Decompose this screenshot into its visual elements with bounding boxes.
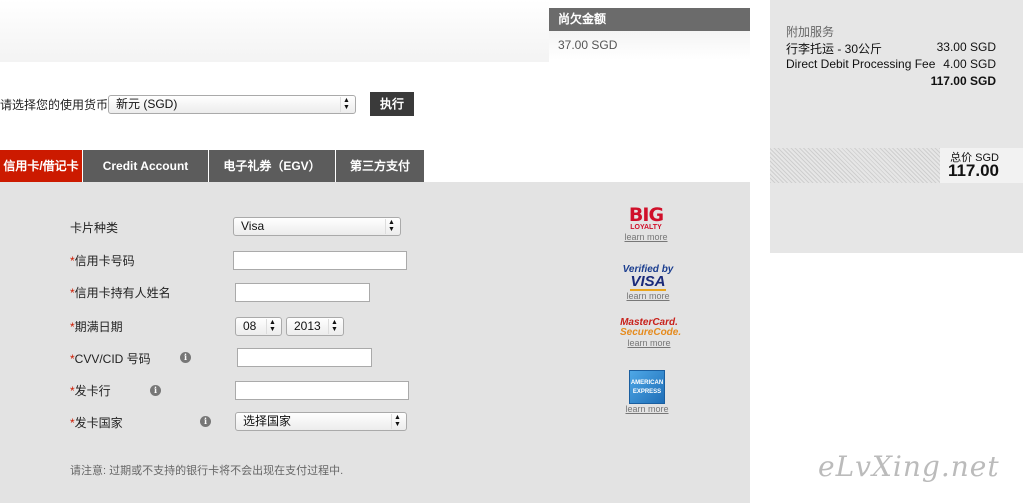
country-select[interactable]: 选择国家 ▲ ▼ <box>235 412 407 431</box>
total-price-value: 117.00 <box>947 161 999 180</box>
select-arrows-icon: ▲ ▼ <box>391 414 403 429</box>
service-item: 行李托运 - 30公斤 33.00 SGD <box>786 40 996 57</box>
holder-name-label: *信用卡持有人姓名 <box>70 284 171 301</box>
vbv-learn-more-link[interactable]: learn more <box>620 291 676 301</box>
cvv-label: *CVV/CID 号码 <box>70 350 151 367</box>
amex-badge[interactable]: AMERICAN EXPRESS learn more <box>622 370 672 414</box>
visa-logo: VISA <box>630 273 666 291</box>
outstanding-amount-box: 尚欠金额 37.00 SGD <box>549 8 750 60</box>
big-learn-more-link[interactable]: learn more <box>620 232 672 242</box>
expiry-label: *期满日期 <box>70 318 123 335</box>
select-arrows-icon: ▲ ▼ <box>266 319 278 334</box>
holder-name-label-text: 信用卡持有人姓名 <box>74 286 171 300</box>
expiry-year-select[interactable]: 2013 ▲ ▼ <box>286 317 344 336</box>
mastercard-securecode-badge[interactable]: MasterCard. SecureCode. learn more <box>620 318 682 349</box>
currency-label: 请选择您的使用货币 <box>0 97 109 112</box>
mastercard-learn-more-link[interactable]: learn more <box>620 338 678 348</box>
currency-select-value: 新元 (SGD) <box>116 96 178 111</box>
card-type-value: Visa <box>241 219 265 233</box>
service-item-name: 行李托运 - 30公斤 <box>786 42 883 56</box>
outstanding-amount-label: 尚欠金额 <box>549 8 750 31</box>
currency-row: 请选择您的使用货币 新元 (SGD) ▲ ▼ <box>0 92 357 116</box>
select-arrows-icon: ▲ ▼ <box>385 219 397 234</box>
service-item-amount: 33.00 SGD <box>936 40 996 54</box>
card-number-label: *信用卡号码 <box>70 252 135 269</box>
cvv-info-icon[interactable]: i <box>180 352 191 363</box>
issuer-input[interactable] <box>235 381 409 400</box>
tab-credit-debit-card[interactable]: 信用卡/借记卡 <box>0 150 82 189</box>
outstanding-amount-value: 37.00 SGD <box>549 31 750 60</box>
securecode-text: SecureCode. <box>620 327 682 338</box>
country-info-icon[interactable]: i <box>200 416 211 427</box>
expiry-label-text: 期满日期 <box>74 320 123 334</box>
verified-by-visa-badge[interactable]: Verified by VISA learn more <box>620 264 676 301</box>
service-item: Direct Debit Processing Fee 4.00 SGD <box>786 57 996 71</box>
service-item-name: Direct Debit Processing Fee <box>786 57 936 71</box>
expiry-year-value: 2013 <box>294 319 321 333</box>
select-arrows-icon: ▲ ▼ <box>328 319 340 334</box>
additional-services-heading: 附加服务 <box>786 25 835 39</box>
select-arrows-icon: ▲ ▼ <box>340 96 352 112</box>
tab-egv[interactable]: 电子礼券（EGV） <box>209 150 335 182</box>
card-number-input[interactable] <box>233 251 407 270</box>
payment-tabs: 信用卡/借记卡 Credit Account 电子礼券（EGV） 第三方支付 <box>0 150 425 189</box>
cvv-label-text: CVV/CID 号码 <box>74 352 151 366</box>
card-form-panel: 卡片种类 Visa ▲ ▼ *信用卡号码 *信用卡持有人姓名 *期满日期 08 ▲… <box>0 182 750 503</box>
big-loyalty-badge[interactable]: BIG LOYALTY learn more <box>620 204 672 243</box>
total-price-box: 总价 SGD 117.00 <box>940 148 1023 183</box>
amex-learn-more-link[interactable]: learn more <box>622 404 672 414</box>
tab-third-party-payment[interactable]: 第三方支付 <box>336 150 424 182</box>
execute-button[interactable]: 执行 <box>370 92 414 116</box>
issuer-label-text: 发卡行 <box>74 384 111 398</box>
price-summary-sidebar: 附加服务 行李托运 - 30公斤 33.00 SGD Direct Debit … <box>770 0 1023 253</box>
big-loyalty-sub: LOYALTY <box>630 224 662 231</box>
country-label-text: 发卡国家 <box>74 416 123 430</box>
expired-card-note: 请注意: 过期或不支持的银行卡将不会出现在支付过程中. <box>70 465 344 477</box>
card-type-select[interactable]: Visa ▲ ▼ <box>233 217 401 236</box>
card-type-label: 卡片种类 <box>70 221 119 235</box>
country-label: *发卡国家 <box>70 414 123 431</box>
expiry-month-value: 08 <box>243 319 257 333</box>
issuer-info-icon[interactable]: i <box>150 385 161 396</box>
currency-select[interactable]: 新元 (SGD) ▲ ▼ <box>108 94 357 114</box>
tab-credit-account[interactable]: Credit Account <box>83 150 208 182</box>
amex-logo: AMERICAN EXPRESS <box>629 370 665 404</box>
issuer-label: *发卡行 <box>70 382 111 399</box>
country-select-value: 选择国家 <box>243 414 292 428</box>
top-banner-fade <box>0 0 549 62</box>
expiry-month-select[interactable]: 08 ▲ ▼ <box>235 317 282 336</box>
cvv-input[interactable] <box>237 348 372 367</box>
watermark: eLvXing.net <box>818 450 1000 483</box>
services-subtotal: 117.00 SGD <box>930 74 996 88</box>
card-number-label-text: 信用卡号码 <box>74 254 135 268</box>
service-item-amount: 4.00 SGD <box>943 57 996 71</box>
big-loyalty-logo: BIG <box>628 204 664 226</box>
holder-name-input[interactable] <box>235 283 370 302</box>
